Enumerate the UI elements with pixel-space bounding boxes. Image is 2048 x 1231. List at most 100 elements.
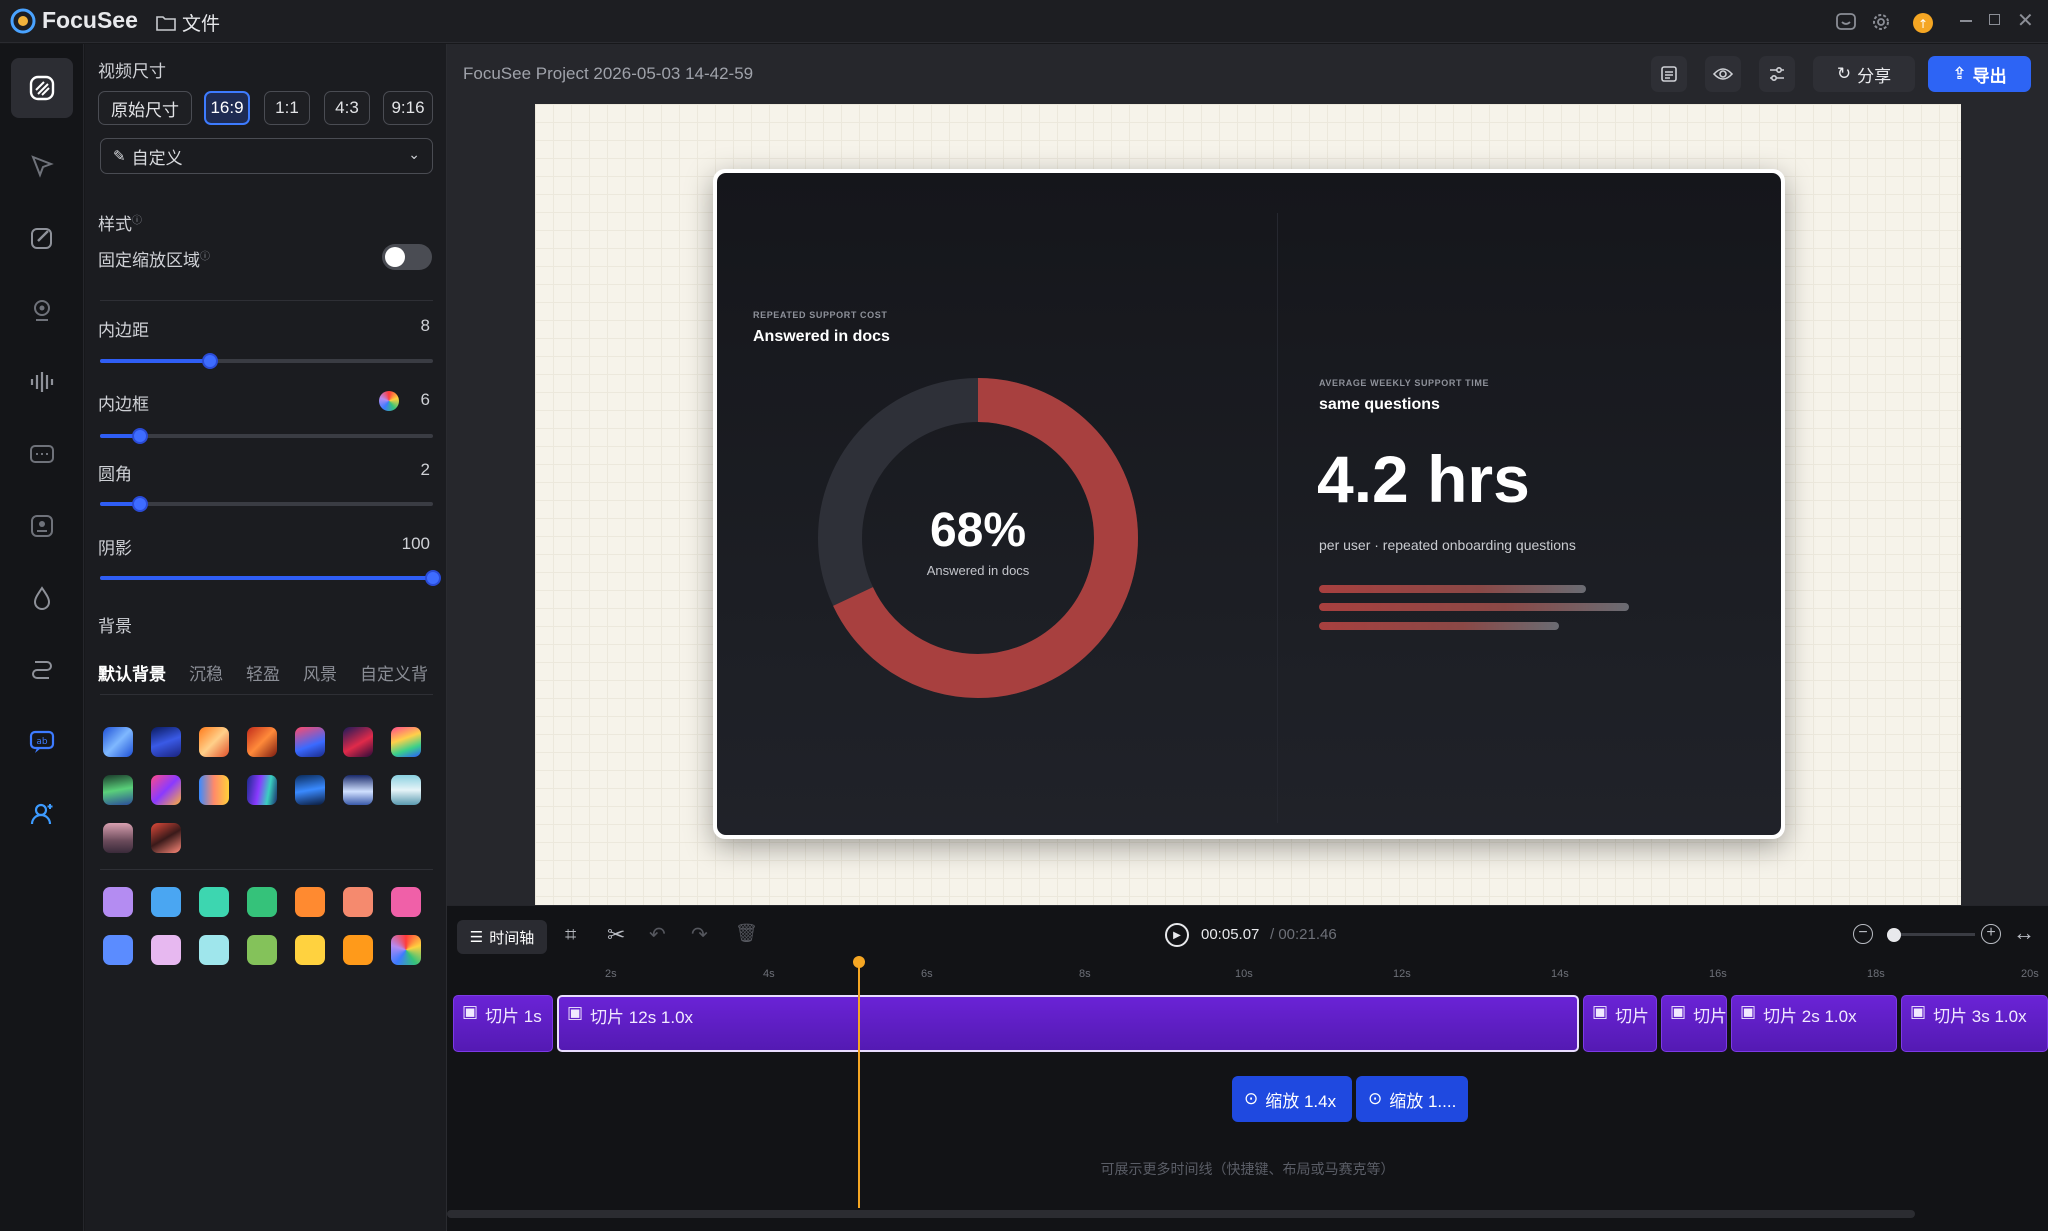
file-menu-button[interactable]: 文件 [156,9,220,36]
adjust-button[interactable] [1759,56,1795,92]
solid-color-swatch[interactable] [343,887,373,917]
bg-tab-scenery[interactable]: 风景 [303,660,337,685]
slider-knob[interactable] [201,353,218,369]
tool-subtitles[interactable]: ab [11,712,73,772]
zoom-segment[interactable]: ⊙ 缩放 1.... [1356,1076,1468,1122]
subtitle-file-button[interactable] [1651,56,1687,92]
play-button[interactable]: ▶ [1165,923,1189,947]
folder-icon [156,15,176,31]
bg-tab-light[interactable]: 轻盈 [246,660,280,685]
tool-avatar[interactable] [11,784,73,844]
wallpaper-thumb[interactable] [247,775,277,805]
clip-segment[interactable]: ▣ 切片 [1583,995,1657,1052]
zoom-slider-knob[interactable] [1887,928,1901,942]
tool-annotation[interactable] [11,208,73,268]
wallpaper-thumb[interactable] [103,823,133,853]
padding-slider[interactable] [100,353,433,369]
fixed-zoom-toggle[interactable] [382,244,432,270]
wallpaper-thumb[interactable] [199,727,229,757]
bg-tab-calm[interactable]: 沉稳 [189,660,223,685]
export-button[interactable]: ⇪ 导出 [1928,56,2031,92]
slider-knob[interactable] [425,570,441,586]
solid-color-swatch[interactable] [295,935,325,965]
tool-motion[interactable] [11,640,73,700]
redo-icon[interactable]: ↷ [691,922,708,947]
wallpaper-thumb[interactable] [103,775,133,805]
slider-knob[interactable] [131,428,148,444]
solid-color-swatch[interactable] [103,935,133,965]
border-color-picker[interactable] [379,391,399,411]
wallpaper-thumb[interactable] [295,775,325,805]
tool-frame[interactable] [11,496,73,556]
wallpaper-thumb[interactable] [151,823,181,853]
zoom-in-icon[interactable]: + [1981,924,2001,944]
solid-color-swatch[interactable] [343,935,373,965]
preset-dropdown[interactable]: ✎ 自定义 ⌄ [100,138,433,174]
timeline-tab[interactable]: ☰ 时间轴 [457,920,547,954]
tool-appearance[interactable] [11,58,73,118]
wallpaper-thumb[interactable] [343,727,373,757]
solid-color-swatch[interactable] [151,935,181,965]
shadow-slider[interactable] [100,570,441,586]
clip-segment[interactable]: ▣ 切片 3s 1.0x [1901,995,2048,1052]
settings-gear-icon[interactable] [1869,10,1893,34]
crop-icon[interactable]: ⌗ [565,924,576,947]
wallpaper-thumb[interactable] [151,775,181,805]
wallpaper-thumb[interactable] [343,775,373,805]
restore-icon[interactable] [1989,14,2000,25]
timeline-scrollbar[interactable] [447,1210,1915,1218]
solid-color-swatch[interactable] [247,935,277,965]
scissors-icon[interactable]: ✂ [607,922,625,948]
tool-captions[interactable] [11,424,73,484]
close-icon[interactable]: ✕ [2017,8,2034,33]
tool-blur[interactable] [11,568,73,628]
ratio-original-button[interactable]: 原始尺寸 [98,91,192,125]
solid-color-swatch[interactable] [199,935,229,965]
corner-radius-slider[interactable] [100,496,433,512]
wallpaper-thumb[interactable] [391,775,421,805]
clip-segment[interactable]: ▣ 切片 1s [453,995,553,1052]
share-button[interactable]: ↻ 分享 [1813,56,1915,92]
ratio-16-9-button[interactable]: 16:9 [204,91,250,125]
solid-color-swatch[interactable] [295,887,325,917]
style-label: 样式ⓘ [98,210,142,235]
ratio-1-1-button[interactable]: 1:1 [264,91,310,125]
zoom-out-icon[interactable]: − [1853,924,1873,944]
info-icon[interactable]: ⓘ [132,215,142,226]
clip-segment[interactable]: ▣ 切片 [1661,995,1727,1052]
zoom-segment[interactable]: ⊙ 缩放 1.4x [1232,1076,1352,1122]
feedback-icon[interactable] [1834,10,1858,34]
fixed-zoom-label-text: 固定缩放区域 [98,251,200,270]
ratio-4-3-button[interactable]: 4:3 [324,91,370,125]
wallpaper-thumb[interactable] [103,727,133,757]
solid-color-swatch[interactable] [391,935,421,965]
clip-segment-selected[interactable]: ▣ 切片 12s 1.0x [557,995,1579,1052]
playhead[interactable] [858,960,860,1208]
wallpaper-thumb[interactable] [199,775,229,805]
upgrade-badge-icon[interactable]: ↑ [1911,10,1935,34]
bg-tab-default[interactable]: 默认背景 [98,660,166,685]
minimize-icon[interactable] [1960,20,1972,22]
slider-knob[interactable] [131,496,148,512]
solid-color-swatch[interactable] [199,887,229,917]
solid-color-swatch[interactable] [103,887,133,917]
clip-segment[interactable]: ▣ 切片 2s 1.0x [1731,995,1897,1052]
fit-width-icon[interactable]: ↔ [2013,920,2035,946]
solid-color-swatch[interactable] [391,887,421,917]
border-slider[interactable] [100,428,433,444]
wallpaper-thumb[interactable] [247,727,277,757]
solid-color-swatch[interactable] [151,887,181,917]
tool-audio[interactable] [11,352,73,412]
wallpaper-thumb[interactable] [151,727,181,757]
ratio-9-16-button[interactable]: 9:16 [383,91,433,125]
bg-tab-custom[interactable]: 自定义背 [360,660,428,685]
delete-icon[interactable]: 🗑 [735,923,758,944]
info-icon[interactable]: ⓘ [200,251,210,262]
solid-color-swatch[interactable] [247,887,277,917]
preview-button[interactable] [1705,56,1741,92]
undo-icon[interactable]: ↶ [649,922,666,947]
tool-camera[interactable] [11,280,73,340]
tool-cursor[interactable] [11,136,73,196]
wallpaper-thumb[interactable] [391,727,421,757]
wallpaper-thumb[interactable] [295,727,325,757]
